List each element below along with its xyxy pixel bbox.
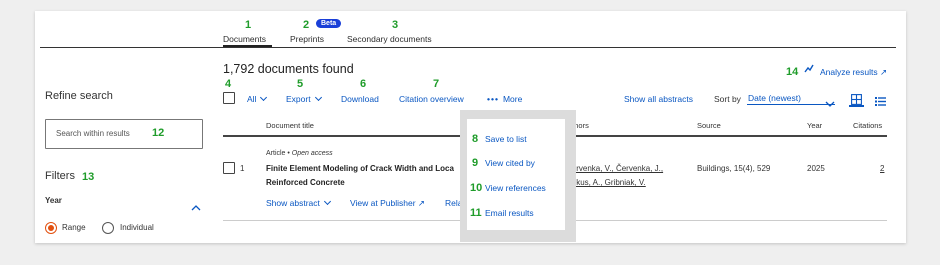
annotation-14: 14 <box>786 66 799 78</box>
column-header-year[interactable]: Year <box>807 121 822 130</box>
annotation-8: 8 <box>472 133 479 145</box>
annotation-11: 11 <box>470 207 482 219</box>
row-checkbox[interactable] <box>223 162 235 174</box>
tab-preprints[interactable]: Preprints <box>290 34 324 44</box>
sort-select-value: Date (newest) <box>748 93 801 103</box>
range-radio-dot <box>48 225 54 231</box>
document-type-label: Article <box>266 150 286 157</box>
more-menu-backdrop: 8 Save to list 9 View cited by 10 View r… <box>460 110 576 242</box>
annotation-13: 13 <box>82 171 95 183</box>
document-type: Article • Open access <box>266 150 333 157</box>
authors-line-1[interactable]: Červenka, V., Červenka, J., <box>566 164 663 173</box>
tabs-divider <box>40 47 896 48</box>
menu-item-view-references[interactable]: View references <box>485 183 546 193</box>
analyze-results-link[interactable]: Analyze results ↗ <box>820 67 887 78</box>
column-header-citations[interactable]: Citations <box>853 121 882 130</box>
year-collapse-chevron-icon[interactable] <box>191 198 201 216</box>
abstract-chevron-down-icon <box>323 197 331 206</box>
citations-count[interactable]: 2 <box>880 164 884 173</box>
menu-item-email-results[interactable]: Email results <box>485 208 534 218</box>
search-within-results-placeholder: Search within results <box>56 129 130 138</box>
sort-select[interactable]: Date (newest) <box>747 90 835 107</box>
annotation-3: 3 <box>392 19 399 31</box>
annotation-1: 1 <box>245 19 252 31</box>
authors-line-2[interactable]: Jinkus, A., Gribniak, V. <box>566 178 646 187</box>
tab-secondary-documents[interactable]: Secondary documents <box>347 34 432 44</box>
more-label: More <box>502 94 523 104</box>
menu-item-view-cited-by[interactable]: View cited by <box>485 158 535 168</box>
column-header-document-title[interactable]: Document title <box>266 121 314 130</box>
column-header-source[interactable]: Source <box>697 121 721 130</box>
refine-search-title: Refine search <box>45 90 113 102</box>
select-all-label: All <box>247 94 257 104</box>
annotation-10: 10 <box>470 182 483 194</box>
show-abstract-link[interactable]: Show abstract <box>266 197 331 208</box>
row-index: 1 <box>240 164 245 173</box>
annotation-12: 12 <box>152 127 165 139</box>
select-all-dropdown[interactable]: All <box>247 93 268 104</box>
document-title-line-2[interactable]: Reinforced Concrete <box>266 178 345 187</box>
individual-label: Individual <box>120 223 154 232</box>
grid-view-icon[interactable] <box>851 92 862 110</box>
source-value[interactable]: Buildings, 15(4), 529 <box>697 164 770 173</box>
annotation-2: 2 <box>303 19 310 31</box>
range-label: Range <box>62 223 86 232</box>
sort-by-label: Sort by <box>714 94 741 104</box>
annotation-5: 5 <box>297 78 304 90</box>
year-filter-label: Year <box>45 196 62 205</box>
export-label: Export <box>286 94 311 104</box>
open-access-label: Open access <box>291 150 333 157</box>
results-card: 1 Documents 2 Beta Preprints 3 Secondary… <box>35 11 906 243</box>
list-view-icon[interactable] <box>875 93 886 111</box>
grid-view-active-indicator <box>849 105 864 107</box>
results-count: 1,792 documents found <box>223 62 354 76</box>
year-value: 2025 <box>807 164 825 173</box>
show-abstract-label: Show abstract <box>266 198 320 208</box>
download-button[interactable]: Download <box>341 94 379 104</box>
more-menu: 8 Save to list 9 View cited by 10 View r… <box>467 119 565 230</box>
annotation-6: 6 <box>360 78 367 90</box>
search-within-results-field[interactable]: Search within results 12 <box>45 119 203 149</box>
all-chevron-down-icon <box>260 93 268 102</box>
more-dots-icon: ••• <box>487 94 499 104</box>
annotation-7: 7 <box>433 78 440 90</box>
individual-radio[interactable] <box>102 222 114 234</box>
citation-overview-button[interactable]: Citation overview <box>399 94 464 104</box>
show-all-abstracts-link[interactable]: Show all abstracts <box>624 94 693 104</box>
document-title-line-1[interactable]: Finite Element Modeling of Crack Width a… <box>266 164 454 173</box>
sort-chevron-down-icon <box>825 94 835 112</box>
beta-badge: Beta <box>316 19 342 28</box>
more-button[interactable]: ••• More <box>487 94 522 104</box>
export-chevron-down-icon <box>314 93 322 102</box>
view-at-publisher-link[interactable]: View at Publisher ↗ <box>350 198 425 209</box>
filters-title: Filters <box>45 170 75 182</box>
annotation-4: 4 <box>225 78 232 90</box>
analyze-chart-icon <box>804 64 814 77</box>
tab-documents[interactable]: Documents <box>223 34 266 44</box>
export-dropdown[interactable]: Export <box>286 93 322 104</box>
annotation-9: 9 <box>472 157 479 169</box>
menu-item-save-to-list[interactable]: Save to list <box>485 134 527 144</box>
range-radio[interactable] <box>45 222 57 234</box>
select-all-checkbox[interactable] <box>223 92 235 104</box>
